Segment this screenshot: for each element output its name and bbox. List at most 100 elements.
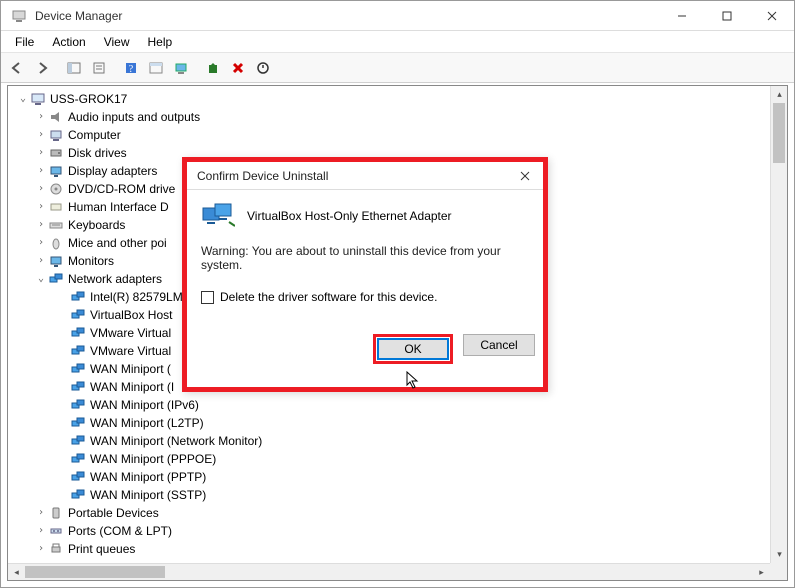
- scroll-thumb[interactable]: [773, 103, 785, 163]
- tree-root-label: USS-GROK17: [50, 90, 127, 108]
- tree-device-label: WAN Miniport (IPv6): [90, 396, 199, 414]
- window-title: Device Manager: [35, 9, 659, 23]
- tree-device[interactable]: WAN Miniport (IPv6): [12, 396, 787, 414]
- confirm-uninstall-dialog: Confirm Device Uninstall VirtualBox Host…: [182, 157, 548, 392]
- tree-category-label: Disk drives: [68, 144, 127, 162]
- expander-icon[interactable]: ⌄: [16, 90, 30, 108]
- dialog-close-button[interactable]: [513, 166, 537, 186]
- scan-hardware-icon[interactable]: [169, 56, 193, 80]
- network-adapter-icon: [70, 397, 86, 413]
- expander-icon[interactable]: ›: [34, 180, 48, 198]
- expander-icon[interactable]: ›: [34, 216, 48, 234]
- network-adapter-icon: [70, 415, 86, 431]
- expander-icon[interactable]: ›: [34, 108, 48, 126]
- tree-category-label: Computer: [68, 126, 121, 144]
- menu-help[interactable]: Help: [140, 33, 181, 51]
- monitor-icon: [48, 253, 64, 269]
- expander-icon[interactable]: ›: [34, 126, 48, 144]
- expander-icon[interactable]: ›: [34, 252, 48, 270]
- toolbar: ?: [1, 53, 794, 83]
- network-adapter-icon: [70, 307, 86, 323]
- forward-button[interactable]: [30, 56, 54, 80]
- portable-icon: [48, 505, 64, 521]
- scroll-up-icon[interactable]: ▴: [771, 86, 788, 103]
- tree-category[interactable]: ›Audio inputs and outputs: [12, 108, 787, 126]
- tree-category-label: Ports (COM & LPT): [68, 522, 172, 540]
- tree-category[interactable]: ›Print queues: [12, 540, 787, 558]
- menu-action[interactable]: Action: [44, 33, 93, 51]
- expander-icon[interactable]: ›: [34, 162, 48, 180]
- tree-device-label: WAN Miniport (PPTP): [90, 468, 206, 486]
- network-adapter-icon: [70, 451, 86, 467]
- action-icon[interactable]: [144, 56, 168, 80]
- update-driver-icon[interactable]: [201, 56, 225, 80]
- tree-category[interactable]: › Portable Devices: [12, 504, 787, 522]
- ok-button[interactable]: OK: [377, 338, 449, 360]
- help-icon[interactable]: ?: [119, 56, 143, 80]
- computer-icon: [30, 91, 46, 107]
- properties-icon[interactable]: [87, 56, 111, 80]
- expander-icon[interactable]: ›: [34, 522, 48, 540]
- tree-root[interactable]: ⌄ USS-GROK17: [12, 90, 787, 108]
- tree-device[interactable]: WAN Miniport (SSTP): [12, 486, 787, 504]
- menubar: File Action View Help: [1, 31, 794, 53]
- uninstall-icon[interactable]: [226, 56, 250, 80]
- net-icon: [48, 271, 64, 287]
- network-adapter-icon: [201, 202, 235, 230]
- scroll-thumb[interactable]: [25, 566, 165, 578]
- tree-device[interactable]: WAN Miniport (PPTP): [12, 468, 787, 486]
- disk-icon: [48, 145, 64, 161]
- minimize-button[interactable]: [659, 1, 704, 30]
- tree-category-label: Human Interface D: [68, 198, 169, 216]
- cancel-button[interactable]: Cancel: [463, 334, 535, 356]
- hid-icon: [48, 199, 64, 215]
- scroll-right-icon[interactable]: ▸: [753, 564, 770, 581]
- svg-text:?: ?: [129, 64, 134, 75]
- tree-device-label: VMware Virtual: [90, 324, 171, 342]
- keyboard-icon: [48, 217, 64, 233]
- mouse-icon: [48, 235, 64, 251]
- expander-icon[interactable]: ›: [34, 144, 48, 162]
- tree-device-label: WAN Miniport (L2TP): [90, 414, 204, 432]
- menu-view[interactable]: View: [96, 33, 138, 51]
- expander-icon[interactable]: ›: [34, 540, 48, 558]
- device-name: VirtualBox Host-Only Ethernet Adapter: [247, 209, 452, 223]
- scroll-left-icon[interactable]: ◂: [8, 564, 25, 581]
- disc-icon: [48, 181, 64, 197]
- tree-category-label: Display adapters: [68, 162, 157, 180]
- tree-category-label: Mice and other poi: [68, 234, 167, 252]
- vertical-scrollbar[interactable]: ▴ ▾: [770, 86, 787, 563]
- tree-device[interactable]: WAN Miniport (L2TP): [12, 414, 787, 432]
- network-adapter-icon: [70, 487, 86, 503]
- back-button[interactable]: [5, 56, 29, 80]
- tree-device-label: WAN Miniport (I: [90, 378, 174, 396]
- network-adapter-icon: [70, 379, 86, 395]
- disable-icon[interactable]: [251, 56, 275, 80]
- tree-category-label: Portable Devices: [68, 504, 159, 522]
- expander-icon[interactable]: ›: [34, 198, 48, 216]
- tree-device[interactable]: WAN Miniport (PPPOE): [12, 450, 787, 468]
- delete-driver-checkbox[interactable]: [201, 291, 214, 304]
- checkbox-label: Delete the driver software for this devi…: [220, 290, 437, 304]
- maximize-button[interactable]: [704, 1, 749, 30]
- tree-category-label: DVD/CD-ROM drive: [68, 180, 175, 198]
- close-button[interactable]: [749, 1, 794, 30]
- warning-text: Warning: You are about to uninstall this…: [201, 244, 529, 272]
- tree-category[interactable]: › Computer: [12, 126, 787, 144]
- tree-device-label: Intel(R) 82579LM: [90, 288, 183, 306]
- horizontal-scrollbar[interactable]: ◂ ▸: [8, 563, 770, 580]
- menu-file[interactable]: File: [7, 33, 42, 51]
- scroll-down-icon[interactable]: ▾: [771, 546, 788, 563]
- expander-icon[interactable]: ⌄: [34, 270, 48, 288]
- network-adapter-icon: [70, 343, 86, 359]
- tree-category[interactable]: › Ports (COM & LPT): [12, 522, 787, 540]
- show-hide-console-icon[interactable]: [62, 56, 86, 80]
- expander-icon[interactable]: ›: [34, 234, 48, 252]
- tree-category-label: Network adapters: [68, 270, 162, 288]
- tree-device[interactable]: WAN Miniport (Network Monitor): [12, 432, 787, 450]
- monitor-icon: [48, 163, 64, 179]
- dialog-titlebar: Confirm Device Uninstall: [187, 162, 543, 190]
- network-adapter-icon: [70, 289, 86, 305]
- expander-icon[interactable]: ›: [34, 504, 48, 522]
- tree-device-label: WAN Miniport (SSTP): [90, 486, 206, 504]
